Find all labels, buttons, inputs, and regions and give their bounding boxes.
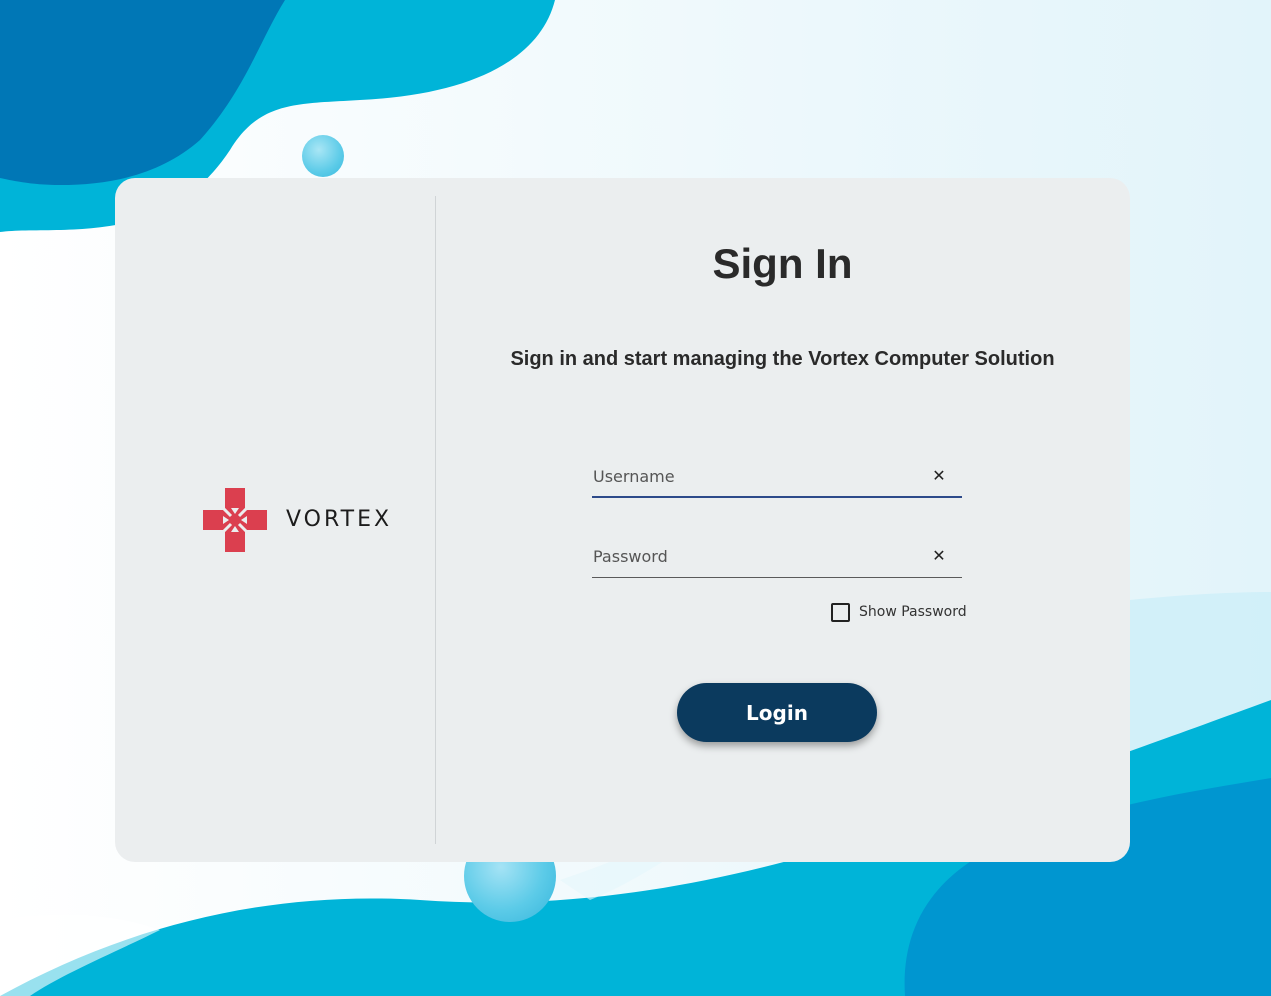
page-title: Sign In <box>712 240 853 287</box>
decorative-bubble-top <box>302 135 344 177</box>
brand-logo: VORTEX <box>203 488 393 552</box>
password-underline <box>592 577 962 578</box>
vortex-cross-logo-icon <box>203 488 267 552</box>
login-card: VORTEX Sign In Sign in and start managin… <box>115 178 1130 862</box>
username-field: ✕ <box>592 456 962 498</box>
page-subtitle: Sign in and start managing the Vortex Co… <box>510 348 1055 370</box>
login-button[interactable]: Login <box>677 683 877 742</box>
brand-name: VORTEX <box>286 507 393 532</box>
clear-password-close-icon[interactable]: ✕ <box>930 547 948 565</box>
show-password-toggle[interactable]: Show Password <box>831 602 967 622</box>
password-field: ✕ <box>592 536 962 578</box>
show-password-label: Show Password <box>859 604 967 620</box>
clear-username-close-icon[interactable]: ✕ <box>930 467 948 485</box>
password-input[interactable] <box>592 536 923 576</box>
username-underline <box>592 496 962 498</box>
show-password-checkbox[interactable] <box>831 602 850 622</box>
username-input[interactable] <box>592 456 923 496</box>
vertical-divider <box>435 196 436 844</box>
